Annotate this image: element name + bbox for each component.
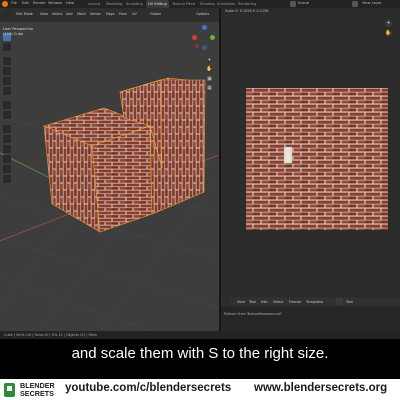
extrude-tool-icon[interactable]: [3, 125, 11, 133]
3d-viewport[interactable]: [0, 8, 219, 331]
scene-selector[interactable]: Scene: [298, 1, 309, 5]
website-link[interactable]: www.blendersecrets.org: [254, 382, 387, 394]
text-editor-header: View Text Edit Select Format Templates T…: [221, 297, 400, 306]
knife-tool-icon[interactable]: [3, 165, 11, 173]
console-line: Python: from TextureRemover.uvfl: [224, 312, 282, 316]
uv-scale-readout: Scale X: 0.1258 Y: 0.1258: [225, 9, 269, 13]
inset-tool-icon[interactable]: [3, 135, 11, 143]
view-perspective-label: User Perspective: [3, 27, 34, 31]
brand-name-line2: SECRETS: [20, 389, 54, 398]
poly-build-tool-icon[interactable]: [3, 175, 11, 183]
viewport-scene: [0, 77, 219, 331]
text-menu-templates[interactable]: Templates: [306, 300, 323, 304]
tab-uv-editing[interactable]: UV Editing: [146, 0, 169, 8]
uv-zoom-icon[interactable]: +: [385, 20, 392, 27]
status-info: Cube | Verts 24/ | Faces 6/ | Tris 12 | …: [4, 333, 97, 337]
status-bar: Cube | Verts 24/ | Faces 6/ | Tris 12 | …: [0, 331, 400, 339]
image-editor-info-bar: Scale X: 0.1258 Y: 0.1258: [221, 8, 400, 14]
text-menu-text[interactable]: Text: [249, 300, 256, 304]
text-menu-edit[interactable]: Edit: [261, 300, 268, 304]
tab-modeling[interactable]: Modeling: [104, 0, 124, 8]
navigation-gizmo[interactable]: [192, 25, 216, 53]
bevel-tool-icon[interactable]: [3, 145, 11, 153]
text-datablock-name[interactable]: Text: [346, 300, 353, 304]
text-menu-format[interactable]: Format: [289, 300, 301, 304]
menu-render[interactable]: Render: [33, 1, 46, 5]
pan-hand-icon[interactable]: ✋: [206, 66, 213, 73]
move-tool-icon[interactable]: [3, 57, 11, 65]
brick-mesh: [43, 77, 206, 233]
uv-texture-canvas: [246, 88, 388, 230]
orientation-selector[interactable]: Global: [150, 12, 161, 16]
perspective-toggle-icon[interactable]: ▦: [206, 85, 213, 92]
image-editor-nav: + ✋: [385, 20, 393, 80]
youtube-link[interactable]: youtube.com/c/blendersecrets: [65, 382, 231, 394]
viewport-menu-vertex[interactable]: Vertex: [90, 12, 101, 16]
text-menu-select[interactable]: Select: [273, 300, 283, 304]
viewport-menu-view[interactable]: View: [40, 12, 48, 16]
scale-tool-icon[interactable]: [3, 77, 11, 85]
tool-shelf: [3, 33, 12, 183]
mode-selector[interactable]: Edit Mode: [16, 12, 33, 16]
caption-text: and scale them with S to the right size.: [71, 345, 329, 362]
blender-logo-icon[interactable]: [2, 1, 8, 7]
menu-file[interactable]: File: [11, 1, 17, 5]
transform-tool-icon[interactable]: [3, 87, 11, 95]
editor-type-icon[interactable]: [223, 298, 230, 305]
viewport-menu-uv[interactable]: UV: [132, 12, 137, 16]
active-object-label: (118) Cube: [3, 32, 24, 36]
uv-image-editor[interactable]: [221, 8, 400, 297]
options-dropdown[interactable]: Options: [196, 12, 209, 16]
viewport-menu-face[interactable]: Face: [119, 12, 127, 16]
tab-animation[interactable]: Animation: [215, 0, 237, 8]
tab-shading[interactable]: Shading: [198, 0, 217, 8]
tab-sculpting[interactable]: Sculpting: [124, 0, 145, 8]
text-datablock-icon[interactable]: [336, 298, 343, 305]
menu-window[interactable]: Window: [48, 1, 62, 5]
viewport-menu-mesh[interactable]: Mesh: [77, 12, 86, 16]
viewport-header: Edit Mode View Select Add Mesh Vertex Ed…: [0, 8, 219, 22]
menu-edit[interactable]: Edit: [22, 1, 29, 5]
brick-texture-image: [246, 88, 388, 230]
rotate-tool-icon[interactable]: [3, 67, 11, 75]
loop-cut-tool-icon[interactable]: [3, 155, 11, 163]
text-menu-view[interactable]: View: [237, 300, 245, 304]
measure-tool-icon[interactable]: [3, 111, 11, 119]
camera-view-icon[interactable]: ▣: [206, 76, 213, 83]
view-layer-selector[interactable]: View Layer: [362, 1, 382, 5]
cursor-tool-icon[interactable]: [3, 43, 11, 51]
tab-layout[interactable]: Layout: [86, 0, 102, 8]
viewport-menu-select[interactable]: Select: [52, 12, 62, 16]
annotate-tool-icon[interactable]: [3, 101, 11, 109]
tab-rendering[interactable]: Rendering: [236, 0, 258, 8]
zoom-icon[interactable]: +: [206, 57, 213, 64]
blender-secrets-logo-icon: [4, 383, 15, 397]
viewport-menu-edge[interactable]: Edge: [106, 12, 115, 16]
scene-icon: [290, 1, 296, 7]
select-box-icon[interactable]: [3, 11, 11, 19]
viewport-menu-add[interactable]: Add: [66, 12, 73, 16]
view-layer-icon: [352, 1, 358, 7]
tab-texture-paint[interactable]: Texture Paint: [170, 0, 197, 8]
top-menubar: File Edit Render Window Help Layout Mode…: [0, 0, 400, 8]
uv-pan-hand-icon[interactable]: ✋: [385, 30, 392, 37]
menu-help[interactable]: Help: [66, 1, 74, 5]
uv-island: [283, 146, 293, 164]
text-editor[interactable]: Python: from TextureRemover.uvfl: [221, 306, 400, 331]
